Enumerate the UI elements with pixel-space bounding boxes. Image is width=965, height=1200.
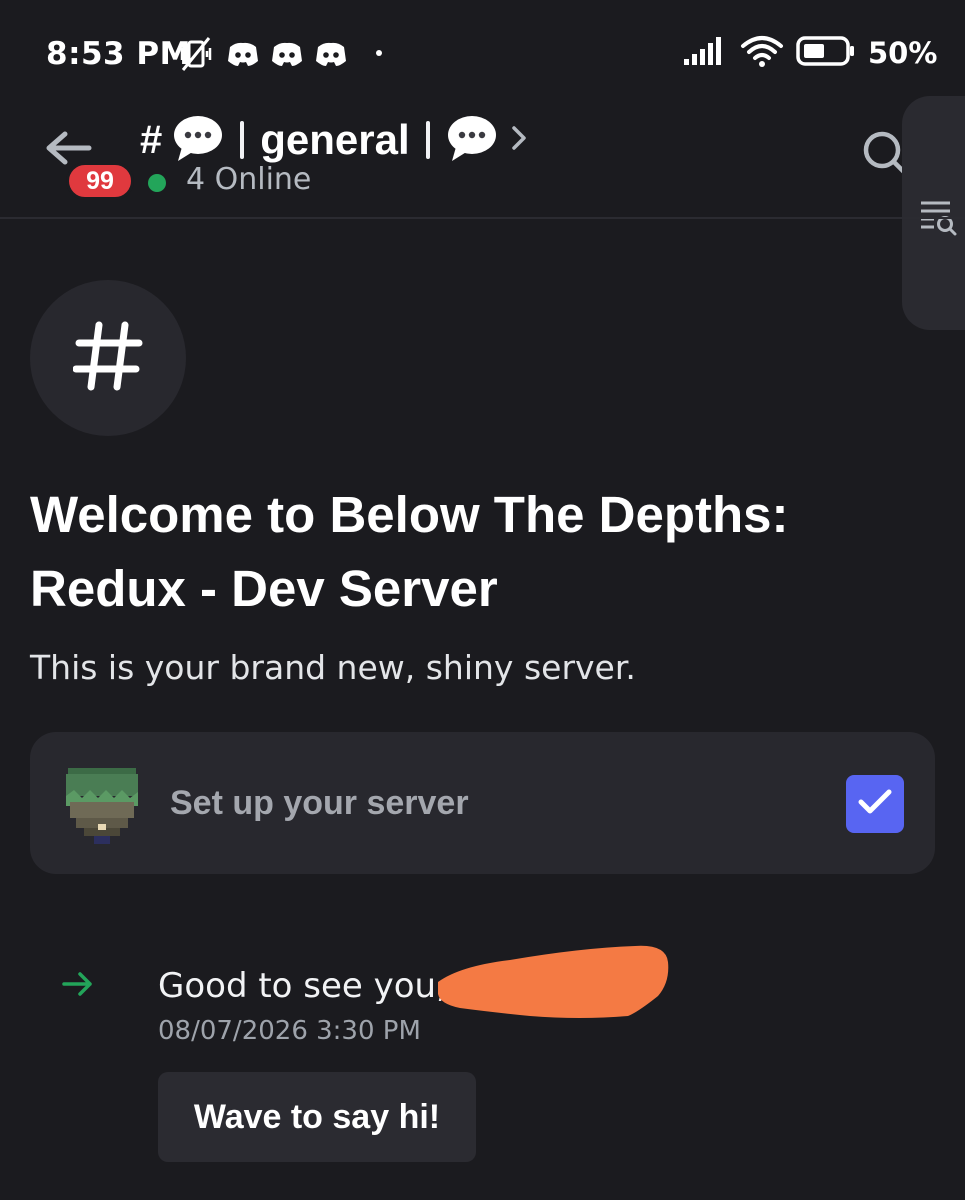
battery-percent: 50% — [868, 36, 938, 70]
header-divider — [0, 217, 965, 219]
status-system-icons: 50% — [682, 34, 937, 72]
channel-hash: # — [140, 117, 163, 162]
list-search-icon[interactable] — [918, 198, 958, 240]
status-time: 8:53 PM — [46, 36, 191, 72]
setup-server-label: Set up your server — [170, 784, 469, 822]
server-avatar-icon — [64, 766, 140, 850]
wave-button[interactable]: Wave to say hi! — [158, 1072, 476, 1162]
join-message-text: Good to see you, — [158, 966, 447, 1006]
unread-badge: 99 — [66, 162, 134, 200]
discord-icon — [226, 39, 260, 73]
more-notifications-dot — [376, 50, 382, 56]
chevron-right-icon — [508, 123, 530, 157]
discord-icon — [314, 39, 348, 73]
channel-icon — [30, 280, 186, 436]
channel-title[interactable]: # general — [140, 110, 530, 170]
join-arrow-icon — [60, 968, 96, 1004]
setup-server-card[interactable] — [30, 732, 935, 874]
hash-icon — [72, 321, 143, 395]
signal-icon — [682, 35, 728, 71]
online-count: 4 Online — [186, 162, 312, 197]
title-separator — [240, 121, 245, 159]
online-indicator — [148, 174, 166, 192]
welcome-subtitle: This is your brand new, shiny server. — [30, 648, 636, 687]
vibrate-off-icon — [176, 34, 216, 78]
setup-complete-checkbox[interactable] — [846, 775, 904, 833]
redaction-mark — [430, 936, 670, 1030]
speech-bubble-icon — [172, 113, 224, 167]
channel-name: general — [260, 116, 410, 163]
wifi-icon — [740, 34, 784, 72]
checkmark-icon — [857, 787, 893, 821]
status-notification-icons — [176, 34, 348, 78]
message-timestamp: 08/07/2026 3:30 PM — [158, 1016, 421, 1046]
discord-icon — [270, 39, 304, 73]
welcome-title: Welcome to Below The Depths: Redux - Dev… — [30, 486, 789, 617]
title-separator — [425, 121, 430, 159]
battery-icon — [796, 35, 856, 71]
speech-bubble-icon — [446, 113, 498, 167]
